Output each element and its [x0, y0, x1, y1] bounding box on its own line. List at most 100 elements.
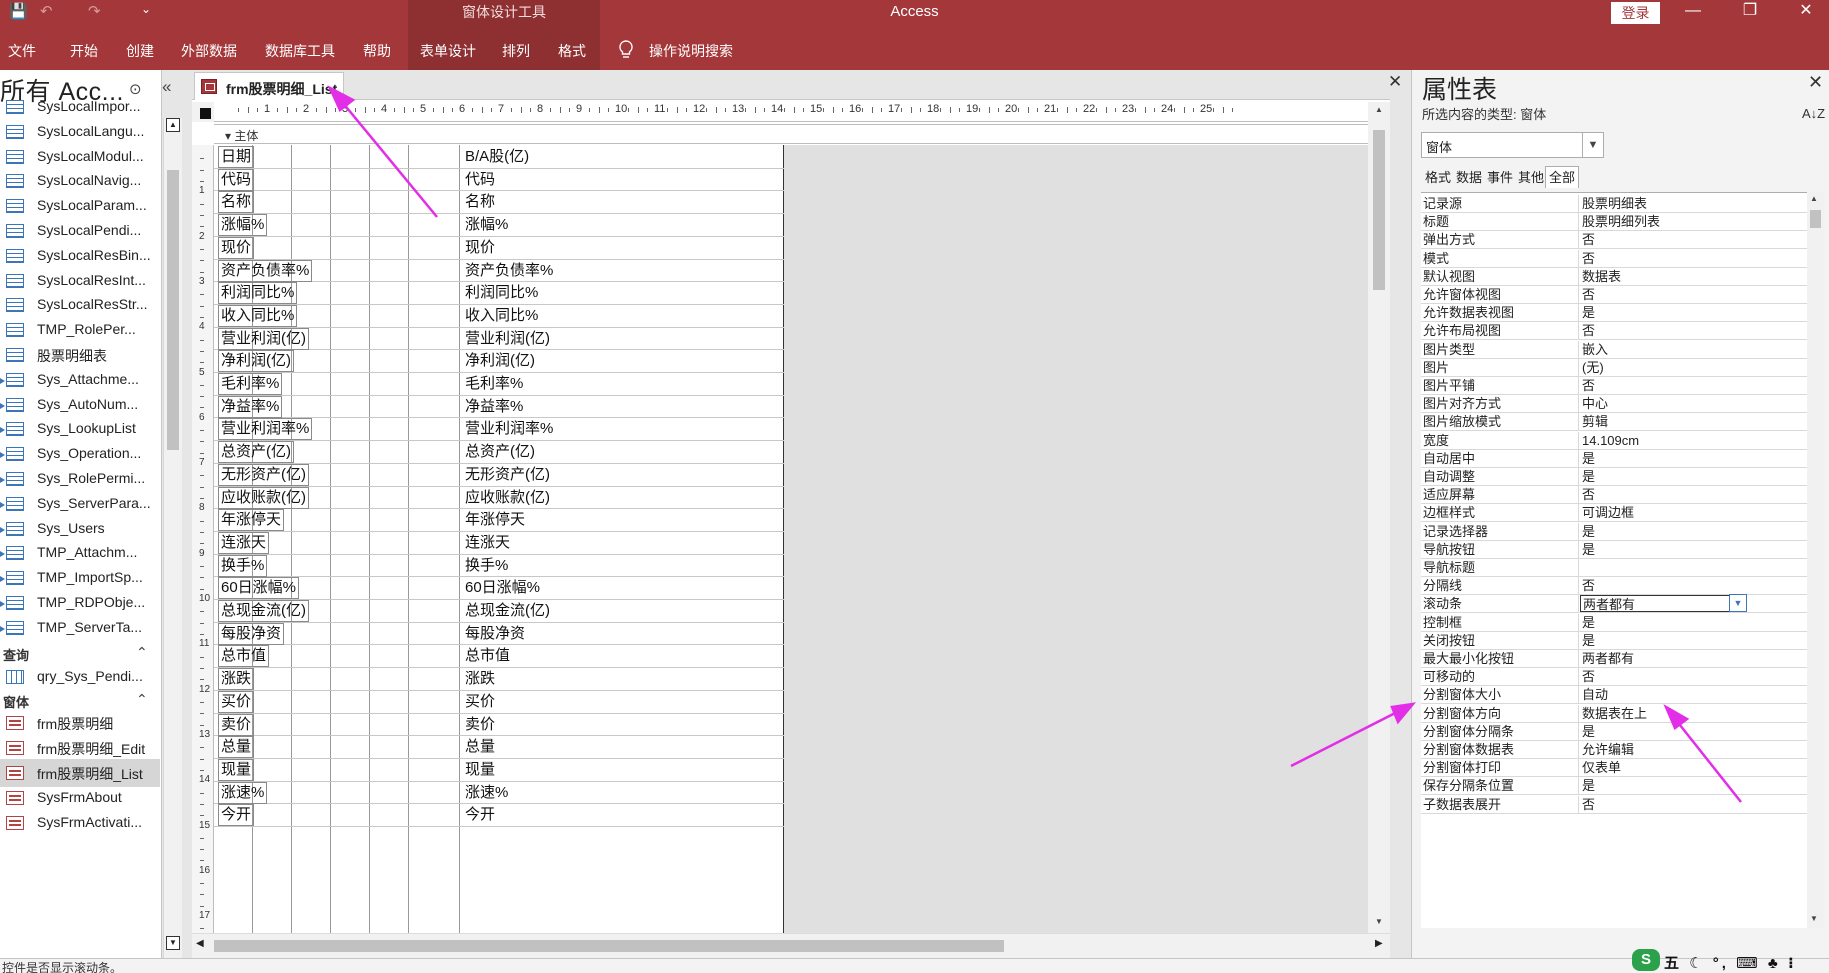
- nav-item-table[interactable]: SysLocalResBin...: [0, 242, 160, 270]
- chevron-up-icon[interactable]: ⌃: [136, 644, 148, 661]
- scroll-up-icon[interactable]: ▲: [1810, 194, 1818, 203]
- property-value[interactable]: 否: [1580, 577, 1748, 594]
- tab-property-3[interactable]: 其他: [1514, 166, 1548, 188]
- property-value[interactable]: 是: [1580, 304, 1748, 321]
- nav-item-table[interactable]: SysLocalParam...: [0, 192, 160, 220]
- field-control[interactable]: 涨速%: [462, 782, 782, 804]
- tab-property-1[interactable]: 数据: [1452, 166, 1486, 188]
- property-row[interactable]: 标题 股票明细列表: [1421, 213, 1807, 232]
- field-control[interactable]: 营业利润率%: [462, 418, 782, 440]
- field-control[interactable]: 现价: [462, 237, 782, 259]
- document-vertical-scrollbar[interactable]: ▲ ▼: [1368, 102, 1390, 933]
- tab-property-0[interactable]: 格式: [1421, 166, 1455, 188]
- nav-item-table[interactable]: TMP_RDPObje...: [0, 589, 160, 617]
- field-label[interactable]: 净利润(亿): [218, 350, 294, 373]
- minimize-icon[interactable]: —: [1670, 0, 1716, 24]
- nav-item-form[interactable]: frm股票明细_List: [0, 759, 160, 787]
- nav-item-table[interactable]: Sys_LookupList: [0, 415, 160, 443]
- tab-property-4[interactable]: 全部: [1545, 166, 1580, 188]
- field-control[interactable]: 涨幅%: [462, 214, 782, 236]
- field-control[interactable]: 总现金流(亿): [462, 600, 782, 622]
- property-value[interactable]: 股票明细列表: [1580, 213, 1748, 230]
- property-row[interactable]: 宽度 14.109cm: [1421, 431, 1807, 450]
- document-horizontal-scrollbar[interactable]: ◀ ▶: [192, 933, 1390, 958]
- scroll-right-icon[interactable]: ▶: [1375, 938, 1383, 949]
- scroll-down-icon[interactable]: ▼: [166, 936, 180, 950]
- field-control[interactable]: 资产负债率%: [462, 260, 782, 282]
- nav-item-table[interactable]: Sys_RolePermi...: [0, 465, 160, 493]
- field-label[interactable]: 总市值: [218, 645, 270, 668]
- property-row[interactable]: 分割窗体大小 自动: [1421, 686, 1807, 705]
- property-row[interactable]: 允许窗体视图否: [1421, 286, 1807, 304]
- field-control[interactable]: 毛利率%: [462, 373, 782, 395]
- field-label[interactable]: 买价: [218, 690, 255, 713]
- property-value[interactable]: 数据表: [1580, 268, 1748, 285]
- property-row[interactable]: 模式否: [1421, 249, 1807, 268]
- nav-scrollbar[interactable]: ▲ ▼: [163, 118, 182, 958]
- nav-item-table[interactable]: SysLocalImpor...: [0, 93, 160, 121]
- property-value[interactable]: 是: [1580, 468, 1748, 485]
- property-row[interactable]: 边框样式 可调边框: [1421, 504, 1807, 523]
- tab-property-2[interactable]: 事件: [1483, 166, 1517, 188]
- nav-item-table[interactable]: Sys_AutoNum...: [0, 391, 160, 419]
- property-value[interactable]: 可调边框: [1580, 504, 1748, 521]
- field-label[interactable]: 净益率%: [218, 395, 283, 418]
- form-selector[interactable]: [192, 102, 214, 122]
- close-icon[interactable]: ✕: [1783, 0, 1829, 24]
- field-label[interactable]: 毛利率%: [218, 373, 283, 395]
- nav-item-form[interactable]: SysFrmAbout: [0, 784, 160, 812]
- field-label[interactable]: 连涨天: [218, 531, 270, 554]
- property-row[interactable]: 图片缩放模式 剪辑: [1421, 413, 1807, 432]
- chevron-down-icon[interactable]: ▼: [1582, 133, 1603, 157]
- property-row[interactable]: 默认视图 数据表: [1421, 267, 1807, 286]
- field-label[interactable]: 每股净资: [218, 622, 285, 645]
- field-label[interactable]: 今开: [218, 804, 255, 827]
- property-row[interactable]: 分割窗体分隔条是: [1421, 722, 1807, 741]
- property-row[interactable]: 控制框是: [1421, 613, 1807, 632]
- scroll-up-icon[interactable]: ▲: [1373, 105, 1385, 117]
- sort-az-icon[interactable]: A↓Z: [1802, 106, 1825, 121]
- field-label[interactable]: 收入同比%: [218, 304, 298, 327]
- property-value[interactable]: 是: [1580, 541, 1748, 558]
- property-row[interactable]: 分割窗体数据表 允许编辑: [1421, 741, 1807, 759]
- nav-item-table[interactable]: Sys_Users: [0, 515, 160, 543]
- field-control[interactable]: 净利润(亿): [462, 350, 782, 372]
- ime-logo-icon[interactable]: S: [1632, 949, 1660, 971]
- undo-icon[interactable]: ↶: [40, 2, 53, 22]
- property-row[interactable]: 关闭按钮是: [1421, 631, 1807, 650]
- field-control[interactable]: 现量: [462, 759, 782, 781]
- property-row[interactable]: 图片平铺否: [1421, 377, 1807, 395]
- field-label[interactable]: 日期: [218, 146, 255, 168]
- property-row[interactable]: 图片类型 嵌入: [1421, 340, 1807, 359]
- field-control[interactable]: 涨跌: [462, 668, 782, 690]
- field-control[interactable]: 利润同比%: [462, 282, 782, 304]
- property-row[interactable]: 记录源 股票明细表: [1421, 195, 1807, 213]
- field-control[interactable]: B/A股(亿): [462, 146, 782, 168]
- field-control[interactable]: 无形资产(亿): [462, 464, 782, 486]
- tab-form-design[interactable]: 表单设计: [420, 41, 476, 61]
- tab-format[interactable]: 格式: [558, 41, 586, 61]
- property-row[interactable]: 导航标题: [1421, 559, 1807, 577]
- property-row[interactable]: 分割窗体方向 数据表在上: [1421, 704, 1807, 723]
- nav-item-table[interactable]: TMP_RolePer...: [0, 316, 160, 344]
- tell-me-search[interactable]: 操作说明搜索: [649, 41, 733, 61]
- property-value[interactable]: 否: [1580, 250, 1748, 267]
- field-label[interactable]: 涨跌: [218, 668, 255, 691]
- property-row[interactable]: 允许布局视图否: [1421, 322, 1807, 341]
- form-selector-box[interactable]: [200, 108, 211, 119]
- nav-item-form[interactable]: SysFrmActivati...: [0, 809, 160, 837]
- field-label[interactable]: 营业利润率%: [218, 418, 313, 441]
- property-value[interactable]: [1580, 559, 1748, 576]
- field-control[interactable]: 总资产(亿): [462, 441, 782, 463]
- property-value[interactable]: 两者都有: [1580, 650, 1748, 667]
- field-label[interactable]: 无形资产(亿): [218, 463, 309, 486]
- property-row[interactable]: 最大最小化按钮 两者都有: [1421, 650, 1807, 668]
- field-control[interactable]: 今开: [462, 804, 782, 826]
- login-button[interactable]: 登录: [1611, 2, 1660, 24]
- field-control[interactable]: 名称: [462, 191, 782, 213]
- nav-item-table[interactable]: SysLocalResStr...: [0, 291, 160, 319]
- field-label[interactable]: 换手%: [218, 554, 268, 577]
- field-label[interactable]: 涨速%: [218, 781, 268, 804]
- document-tab[interactable]: frm股票明细_List: [194, 72, 344, 100]
- property-value[interactable]: 否: [1580, 668, 1748, 685]
